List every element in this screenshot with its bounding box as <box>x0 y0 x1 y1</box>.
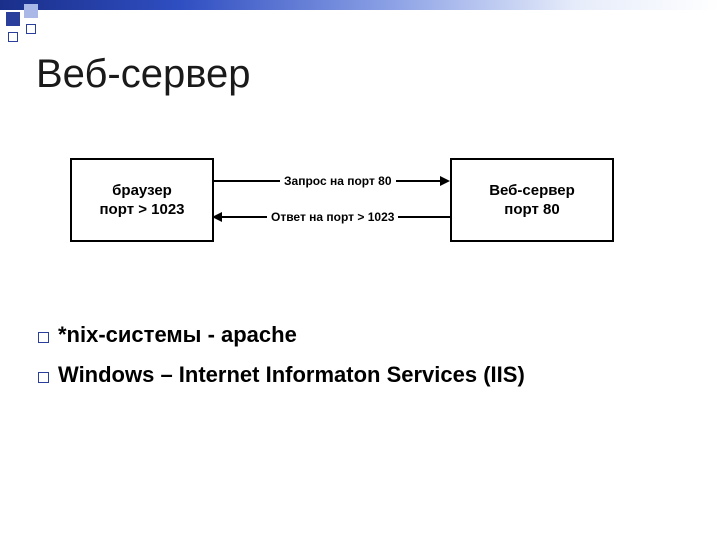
square-icon <box>6 12 20 26</box>
box-line: порт > 1023 <box>100 200 185 220</box>
page-title: Веб-сервер <box>36 52 251 97</box>
webserver-box: Веб-сервер порт 80 <box>450 158 614 242</box>
box-line: порт 80 <box>504 200 559 220</box>
browser-box: браузер порт > 1023 <box>70 158 214 242</box>
request-arrow-label: Запрос на порт 80 <box>280 174 396 188</box>
bullet-icon <box>38 372 49 383</box>
response-arrow-label: Ответ на порт > 1023 <box>267 210 398 224</box>
request-arrow-head-icon <box>440 176 450 186</box>
bullet-icon <box>38 332 49 343</box>
box-line: Веб-сервер <box>489 181 575 201</box>
slide: Веб-сервер браузер порт > 1023 Веб-серве… <box>0 0 720 540</box>
square-icon <box>24 4 38 18</box>
bullet-line: *nix-системы - apache <box>58 322 297 348</box>
diagram: браузер порт > 1023 Веб-сервер порт 80 З… <box>70 150 650 280</box>
square-outline-icon <box>26 24 36 34</box>
response-arrow-head-icon <box>212 212 222 222</box>
gradient-bar <box>0 0 720 10</box>
top-decoration <box>0 0 720 26</box>
box-line: браузер <box>112 181 172 201</box>
bullet-line: Windows – Internet Informaton Services (… <box>58 362 525 388</box>
square-outline-icon <box>8 32 18 42</box>
